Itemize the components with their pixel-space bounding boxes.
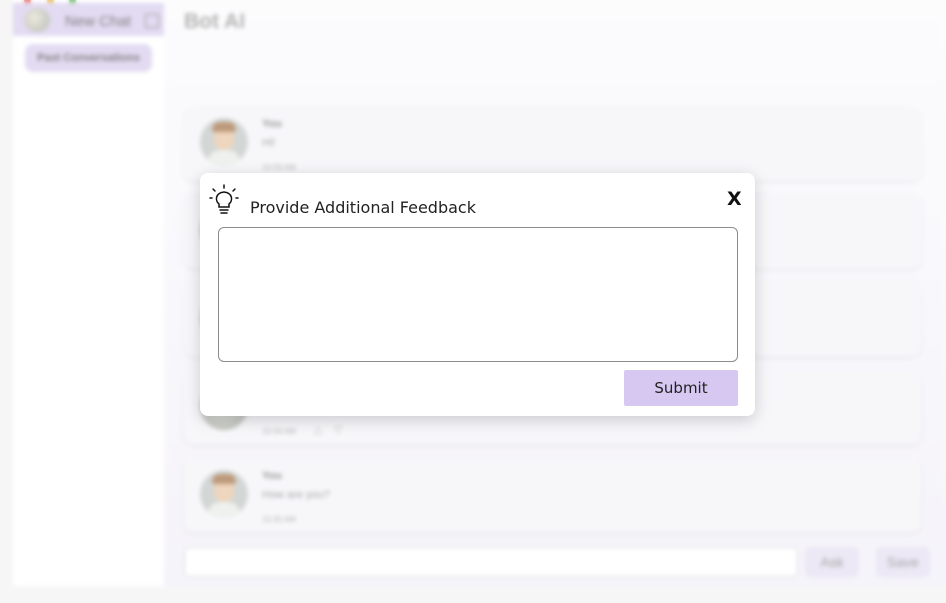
feedback-textarea[interactable] — [218, 227, 738, 362]
close-button[interactable]: X — [727, 188, 742, 210]
modal-title: Provide Additional Feedback — [250, 198, 476, 217]
app-window: New Chat Past Conversations Bot AI You H… — [0, 0, 946, 603]
lightbulb-icon — [209, 184, 239, 214]
submit-button[interactable]: Submit — [624, 370, 738, 406]
feedback-modal: Provide Additional Feedback X Submit — [200, 173, 755, 416]
